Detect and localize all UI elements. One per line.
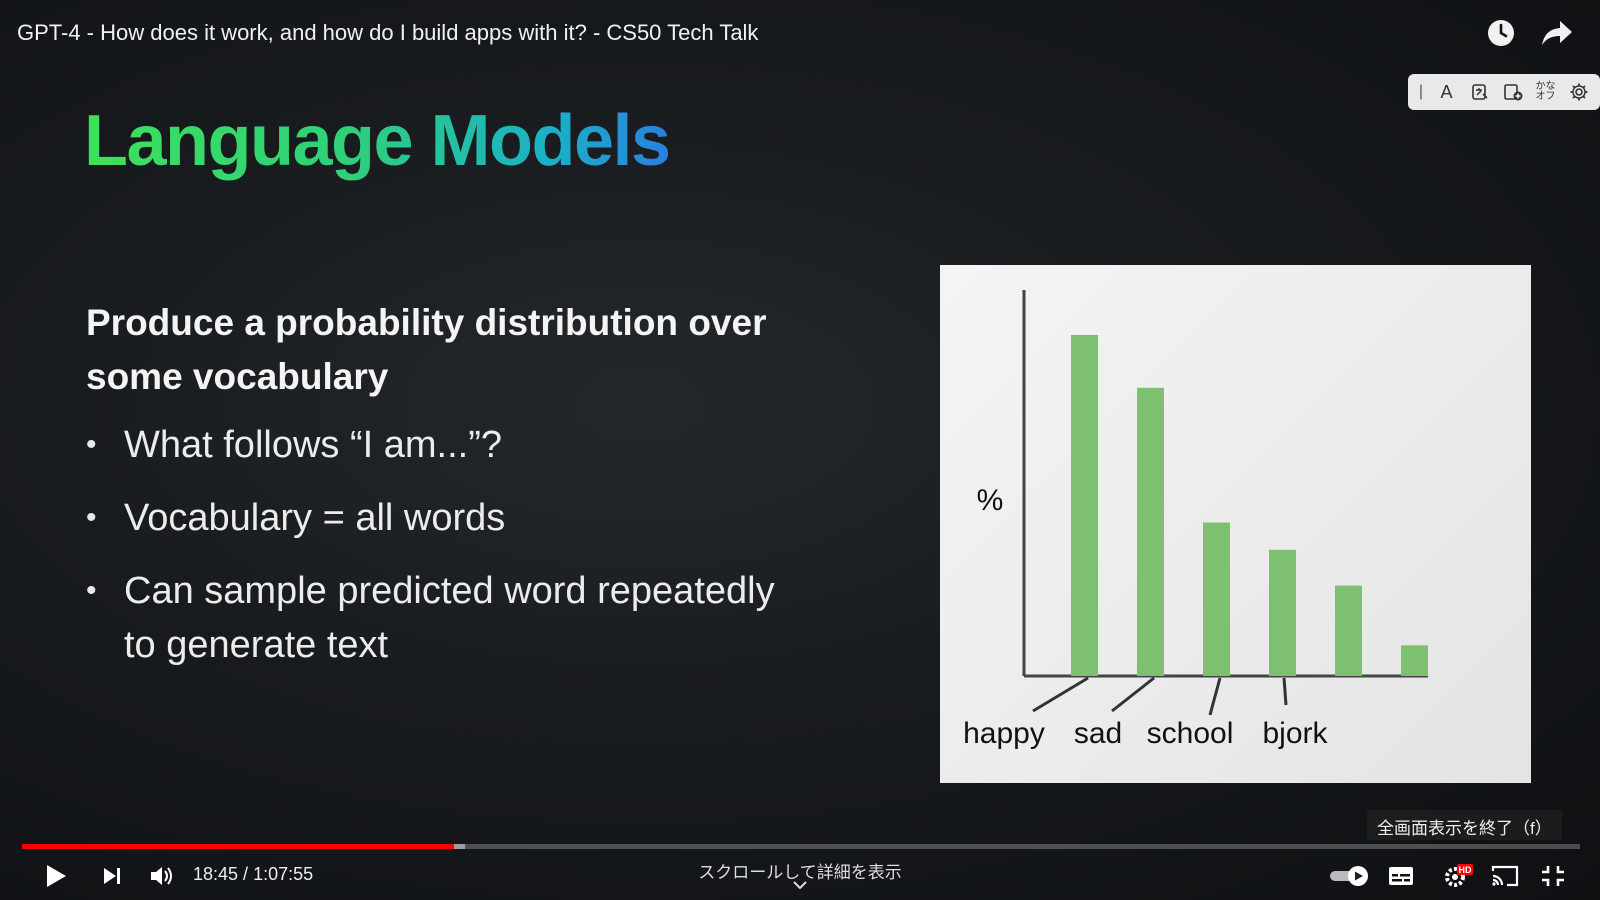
- caption-extension-toolbar: | A かな オフ: [1408, 74, 1600, 110]
- bar-unlabeled-5: [1335, 585, 1362, 676]
- bar-unlabeled-6: [1401, 645, 1428, 676]
- kana-off-button[interactable]: かな オフ: [1529, 77, 1562, 107]
- x-tick-label-bjork: bjork: [1262, 717, 1328, 750]
- bullet-item: Vocabulary = all words: [86, 491, 806, 545]
- progress-played: [22, 844, 454, 849]
- leader-line-bjork: [1282, 677, 1288, 706]
- duration: 1:07:55: [253, 864, 314, 884]
- bar-school: [1203, 522, 1230, 676]
- top-icons: [1484, 16, 1574, 50]
- progress-bar[interactable]: [22, 844, 1580, 849]
- next-button[interactable]: [97, 858, 127, 894]
- toolbar-grip-handle[interactable]: |: [1412, 77, 1430, 107]
- bar-bjork: [1269, 549, 1296, 676]
- cast-button[interactable]: [1488, 858, 1522, 894]
- exit-fullscreen-button[interactable]: [1536, 858, 1570, 894]
- bar-sad: [1137, 387, 1164, 676]
- bar-happy: [1071, 334, 1098, 676]
- leader-line-sad: [1111, 676, 1155, 713]
- share-arrow-icon[interactable]: [1540, 16, 1574, 50]
- probability-bar-chart: % happy sad school bjork: [940, 265, 1531, 783]
- time-display: 18:45 / 1:07:55: [193, 864, 313, 885]
- exit-fullscreen-icon: [1542, 866, 1564, 886]
- slide-heading: Produce a probability distribution over …: [86, 302, 767, 397]
- font-button[interactable]: A: [1430, 77, 1463, 107]
- video-player[interactable]: GPT-4 - How does it work, and how do I b…: [0, 0, 1600, 900]
- autoplay-toggle-icon: [1330, 866, 1368, 886]
- bullet-item: What follows “I am...”?: [86, 418, 806, 472]
- volume-button[interactable]: [146, 858, 178, 894]
- kana-label-bottom: オフ: [1535, 91, 1556, 102]
- current-time: 18:45: [193, 864, 239, 884]
- skip-next-icon: [104, 868, 120, 884]
- x-tick-label-happy: happy: [963, 717, 1045, 750]
- leader-line-happy: [1032, 676, 1089, 713]
- cast-icon: [1491, 865, 1519, 887]
- slide-title: Language Models: [84, 101, 671, 181]
- chevron-down-icon[interactable]: [792, 880, 808, 890]
- slide-bullet-list: What follows “I am...”? Vocabulary = all…: [86, 418, 806, 691]
- leader-line-school: [1208, 677, 1222, 716]
- video-title: GPT-4 - How does it work, and how do I b…: [17, 20, 759, 45]
- y-axis-label: %: [977, 484, 1004, 517]
- add-document-icon[interactable]: [1496, 77, 1529, 107]
- subtitles-icon: [1389, 867, 1413, 885]
- settings-gear-icon: HD: [1445, 864, 1473, 887]
- x-tick-label-sad: sad: [1074, 717, 1122, 750]
- play-icon: [47, 865, 66, 887]
- chart-svg: % happy sad school bjork: [963, 290, 1428, 750]
- exit-fullscreen-tooltip: 全画面表示を終了（f）: [1367, 810, 1562, 840]
- volume-icon: [151, 867, 172, 885]
- subtitles-button[interactable]: [1384, 858, 1418, 894]
- settings-gear-icon[interactable]: [1562, 77, 1595, 107]
- watch-later-clock-icon[interactable]: [1484, 16, 1518, 50]
- player-controls: スクロールして詳細を表示 18:45 / 1:07:55 HD: [0, 858, 1600, 898]
- bullet-item: Can sample predicted word repeatedly to …: [86, 564, 806, 672]
- play-button[interactable]: [38, 858, 74, 894]
- autoplay-toggle[interactable]: [1328, 858, 1372, 894]
- hd-badge: HD: [1459, 865, 1472, 875]
- time-separator: /: [238, 864, 254, 884]
- x-tick-label-school: school: [1147, 717, 1234, 750]
- settings-button[interactable]: HD: [1440, 858, 1476, 894]
- translate-icon[interactable]: [1463, 77, 1496, 107]
